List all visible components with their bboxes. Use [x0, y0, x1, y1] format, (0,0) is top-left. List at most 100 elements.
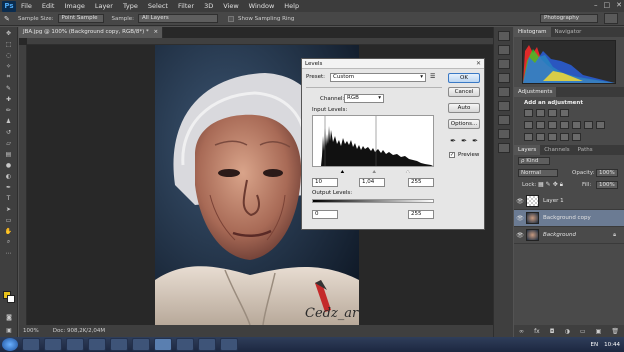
selective-color-icon[interactable]	[572, 133, 581, 141]
screen-mode-icon[interactable]: ▣	[3, 325, 15, 335]
workspace-select[interactable]: Photography	[540, 14, 598, 23]
background-color-swatch[interactable]	[7, 295, 15, 303]
fill-field[interactable]: 100%	[596, 181, 618, 189]
input-white-field[interactable]: 255	[408, 178, 434, 187]
blend-mode-select[interactable]: Normal	[518, 169, 558, 177]
path-select-icon[interactable]: ➤	[3, 204, 15, 214]
output-black-field[interactable]: 0	[312, 210, 338, 219]
gradient-tool-icon[interactable]: ▤	[3, 149, 15, 159]
posterize-icon[interactable]	[536, 133, 545, 141]
opacity-field[interactable]: 100%	[596, 169, 618, 177]
cancel-button[interactable]: Cancel	[448, 87, 480, 97]
taskbar-app-icon[interactable]	[220, 338, 238, 351]
taskbar-app-icon[interactable]	[132, 338, 150, 351]
new-group-icon[interactable]: ▭	[580, 328, 586, 335]
preset-select[interactable]: Custom ▾	[330, 73, 426, 82]
vibrance-icon[interactable]	[524, 121, 533, 129]
delete-layer-icon[interactable]: 🗑︎	[611, 328, 619, 335]
visibility-eye-icon[interactable]: 👁︎	[514, 215, 526, 222]
tab-adjustments[interactable]: Adjustments	[514, 87, 557, 97]
options-button[interactable]: Options...	[448, 119, 480, 129]
input-gamma-field[interactable]: 1,04	[359, 178, 385, 187]
healing-brush-icon[interactable]: ✚	[3, 94, 15, 104]
marquee-tool-icon[interactable]: ⬚	[3, 39, 15, 49]
hue-saturation-icon[interactable]	[536, 121, 545, 129]
new-layer-icon[interactable]: ▣	[596, 328, 602, 335]
invert-icon[interactable]	[524, 133, 533, 141]
tab-paths[interactable]: Paths	[574, 145, 597, 155]
swatches-panel-icon[interactable]	[497, 115, 510, 125]
language-indicator[interactable]: EN	[591, 342, 599, 348]
menu-view[interactable]: View	[218, 2, 243, 10]
clone-stamp-icon[interactable]: ♟	[3, 116, 15, 126]
menu-filter[interactable]: Filter	[173, 2, 199, 10]
more-tools-icon[interactable]: ⋯	[3, 248, 15, 258]
history-brush-icon[interactable]: ↺	[3, 127, 15, 137]
layer-kind-filter[interactable]: ρ Kind	[518, 157, 550, 165]
layer-row-layer-1[interactable]: 👁︎ Layer 1	[514, 193, 624, 210]
menu-file[interactable]: File	[16, 2, 37, 10]
sample-size-select[interactable]: Point Sample	[57, 14, 104, 23]
close-icon[interactable]: ✕	[476, 59, 481, 69]
quick-select-tool-icon[interactable]: ✧	[3, 61, 15, 71]
styles-panel-icon[interactable]	[497, 143, 510, 153]
layer-style-icon[interactable]: fx	[534, 328, 540, 335]
levels-adjustment-icon[interactable]	[536, 109, 545, 117]
menu-layer[interactable]: Layer	[90, 2, 118, 10]
hand-tool-icon[interactable]: ✋	[3, 226, 15, 236]
lasso-tool-icon[interactable]: ◌	[3, 50, 15, 60]
document-tab[interactable]: JBA.jpg @ 100% (Background copy, RGB/8*)…	[19, 27, 164, 38]
output-white-field[interactable]: 255	[408, 210, 434, 219]
maximize-button[interactable]: □	[604, 1, 611, 9]
gray-eyedropper-icon[interactable]: ✒	[460, 137, 468, 145]
visibility-eye-icon[interactable]: 👁︎	[514, 198, 526, 205]
layer-row-background-copy[interactable]: 👁︎ Background copy	[514, 210, 624, 227]
photo-filter-icon[interactable]	[572, 121, 581, 129]
menu-help[interactable]: Help	[279, 2, 304, 10]
exposure-icon[interactable]	[560, 109, 569, 117]
gradient-map-icon[interactable]	[560, 133, 569, 141]
lock-icons[interactable]: ▦✎✥🔒︎	[538, 181, 565, 189]
taskbar-browser-icon[interactable]	[44, 338, 62, 351]
tab-layers[interactable]: Layers	[514, 145, 541, 155]
tab-histogram[interactable]: Histogram	[514, 27, 551, 37]
zoom-tool-icon[interactable]: ⌕	[3, 237, 15, 247]
menu-window[interactable]: Window	[244, 2, 280, 10]
ok-button[interactable]: OK	[448, 73, 480, 83]
brush-panel-icon[interactable]	[497, 59, 510, 69]
brush-tool-icon[interactable]: ✏	[3, 105, 15, 115]
properties-panel-icon[interactable]	[497, 45, 510, 55]
taskbar-explorer-icon[interactable]	[22, 338, 40, 351]
eyedropper-icon[interactable]: ✎	[3, 83, 15, 93]
clock[interactable]: 10:44	[604, 342, 620, 348]
taskbar-app-icon[interactable]	[110, 338, 128, 351]
show-sampling-ring-checkbox[interactable]	[228, 15, 234, 22]
eyedropper-tool-icon[interactable]: ✎	[4, 15, 14, 23]
character-panel-icon[interactable]	[497, 73, 510, 83]
info-panel-icon[interactable]	[497, 101, 510, 111]
black-white-icon[interactable]	[560, 121, 569, 129]
color-balance-icon[interactable]	[548, 121, 557, 129]
add-mask-icon[interactable]: ◘	[550, 328, 555, 335]
taskbar-app-icon[interactable]	[198, 338, 216, 351]
auto-button[interactable]: Auto	[448, 103, 480, 113]
taskbar-app-icon[interactable]	[176, 338, 194, 351]
layer-name[interactable]: Background copy	[543, 215, 591, 221]
sample-select[interactable]: All Layers	[138, 14, 218, 23]
channel-mixer-icon[interactable]	[584, 121, 593, 129]
taskbar-photoshop-icon[interactable]	[154, 338, 172, 351]
channel-select[interactable]: RGB ▾	[344, 94, 384, 103]
menu-3d[interactable]: 3D	[199, 2, 218, 10]
input-slider[interactable]	[312, 170, 434, 173]
pen-tool-icon[interactable]: ✒	[3, 182, 15, 192]
tab-navigator[interactable]: Navigator	[551, 27, 586, 37]
zoom-level[interactable]: 100%	[23, 325, 39, 337]
curves-icon[interactable]	[548, 109, 557, 117]
input-black-field[interactable]: 10	[312, 178, 338, 187]
start-button[interactable]	[2, 338, 18, 351]
history-panel-icon[interactable]	[497, 31, 510, 41]
new-adjustment-icon[interactable]: ◑	[565, 328, 570, 335]
menu-type[interactable]: Type	[118, 2, 143, 10]
taskbar-app-icon[interactable]	[88, 338, 106, 351]
output-gradient[interactable]	[312, 199, 434, 203]
